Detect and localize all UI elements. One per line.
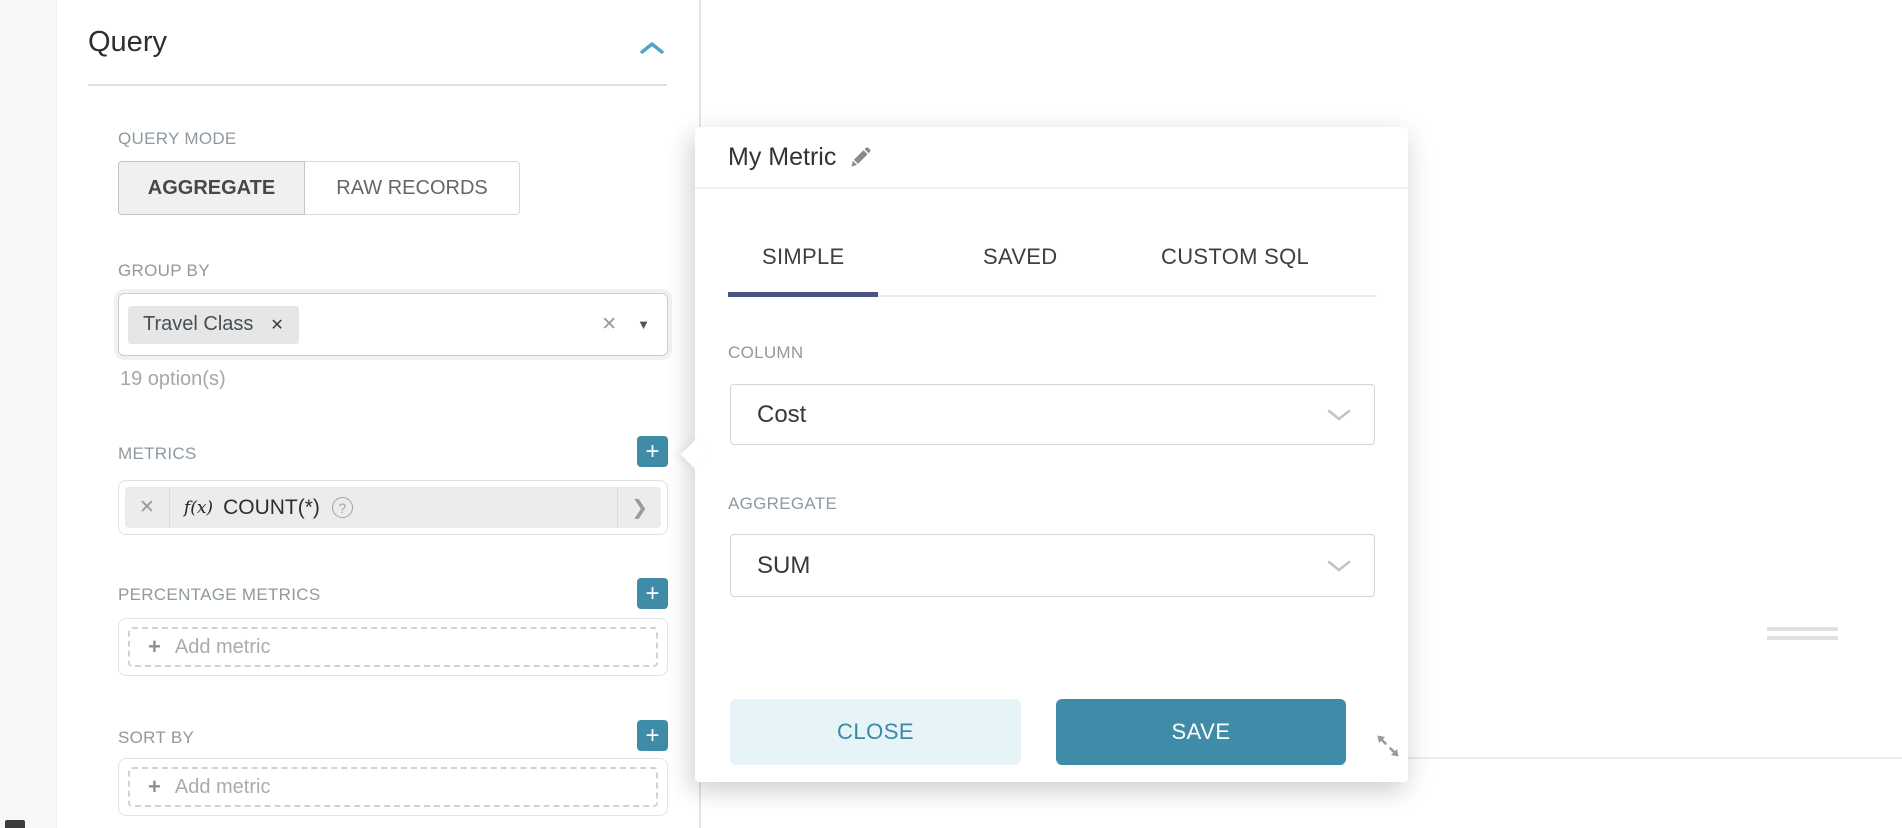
metric-edit-popover: My Metric SIMPLE SAVED CUSTOM SQL COLUMN… [695, 127, 1408, 782]
tab-custom-sql[interactable]: CUSTOM SQL [1161, 244, 1309, 270]
sort-by-label: SORT BY [118, 728, 194, 748]
query-mode-toggle: AGGREGATE RAW RECORDS [118, 161, 520, 215]
resize-popover-icon[interactable] [1375, 733, 1401, 759]
tab-saved[interactable]: SAVED [983, 244, 1057, 270]
column-select[interactable]: Cost [730, 384, 1375, 445]
expand-metric-chevron-icon[interactable]: ❯ [617, 487, 661, 528]
add-sort-metric-area[interactable]: + Add metric [128, 767, 658, 807]
close-button[interactable]: CLOSE [730, 699, 1021, 765]
collapse-section-button[interactable] [632, 32, 672, 64]
add-percentage-metric-area[interactable]: + Add metric [128, 627, 658, 667]
group-by-tag-label: Travel Class [143, 313, 253, 336]
aggregate-select-value: SUM [757, 552, 810, 580]
save-button[interactable]: SAVE [1056, 699, 1346, 765]
popover-header: My Metric [728, 143, 871, 172]
metrics-label: METRICS [118, 444, 197, 464]
metric-expression: COUNT(*) [223, 496, 320, 520]
metric-item[interactable]: ✕ f(x) COUNT(*) ? ❯ [125, 487, 661, 528]
section-divider [88, 84, 667, 86]
divider [169, 487, 170, 528]
panel-resize-handle[interactable] [1767, 627, 1838, 641]
tab-simple[interactable]: SIMPLE [762, 244, 845, 270]
metrics-list: ✕ f(x) COUNT(*) ? ❯ [118, 480, 668, 535]
help-icon: ? [332, 497, 353, 518]
explore-chart-screen: Query QUERY MODE AGGREGATE RAW RECORDS G… [0, 0, 1902, 828]
edit-title-pencil-icon[interactable] [849, 147, 871, 169]
add-metric-placeholder: Add metric [175, 776, 271, 799]
add-metric-button[interactable]: + [637, 436, 668, 467]
percentage-metrics-dropzone: + Add metric [118, 618, 668, 676]
function-icon: f(x) [184, 498, 213, 518]
chevron-up-icon [639, 40, 665, 56]
add-percentage-metric-button[interactable]: + [637, 578, 668, 609]
column-select-value: Cost [757, 401, 806, 429]
query-mode-label: QUERY MODE [118, 129, 237, 149]
clear-select-icon[interactable]: ✕ [601, 313, 617, 336]
query-section-title: Query [88, 26, 167, 59]
column-label: COLUMN [728, 343, 803, 363]
active-tab-indicator [728, 292, 878, 297]
aggregate-label: AGGREGATE [728, 494, 837, 514]
remove-tag-icon[interactable]: ✕ [270, 315, 283, 335]
popover-arrow [681, 440, 711, 470]
group-by-select[interactable]: Travel Class ✕ ✕ ▼ [118, 293, 668, 356]
group-by-options-hint: 19 option(s) [120, 368, 226, 391]
scrollbar-thumb[interactable] [5, 820, 25, 828]
group-by-label: GROUP BY [118, 261, 210, 281]
grip-line [1767, 627, 1838, 631]
add-metric-placeholder: Add metric [175, 636, 271, 659]
chevron-down-icon [1326, 407, 1352, 423]
grip-line [1767, 636, 1838, 640]
popover-title: My Metric [728, 143, 836, 172]
sort-by-dropzone: + Add metric [118, 758, 668, 816]
caret-down-icon: ▼ [637, 317, 650, 332]
aggregate-select[interactable]: SUM [730, 534, 1375, 597]
chevron-down-icon [1326, 558, 1352, 574]
popover-title-divider [695, 187, 1408, 189]
group-by-tag[interactable]: Travel Class ✕ [128, 306, 299, 344]
add-sort-metric-button[interactable]: + [637, 720, 668, 751]
remove-metric-icon[interactable]: ✕ [125, 496, 169, 519]
query-mode-raw-records-button[interactable]: RAW RECORDS [305, 161, 520, 215]
query-mode-aggregate-button[interactable]: AGGREGATE [118, 161, 305, 215]
percentage-metrics-label: PERCENTAGE METRICS [118, 585, 321, 605]
plus-icon: + [148, 636, 161, 658]
plus-icon: + [148, 776, 161, 798]
left-rail [0, 0, 57, 828]
